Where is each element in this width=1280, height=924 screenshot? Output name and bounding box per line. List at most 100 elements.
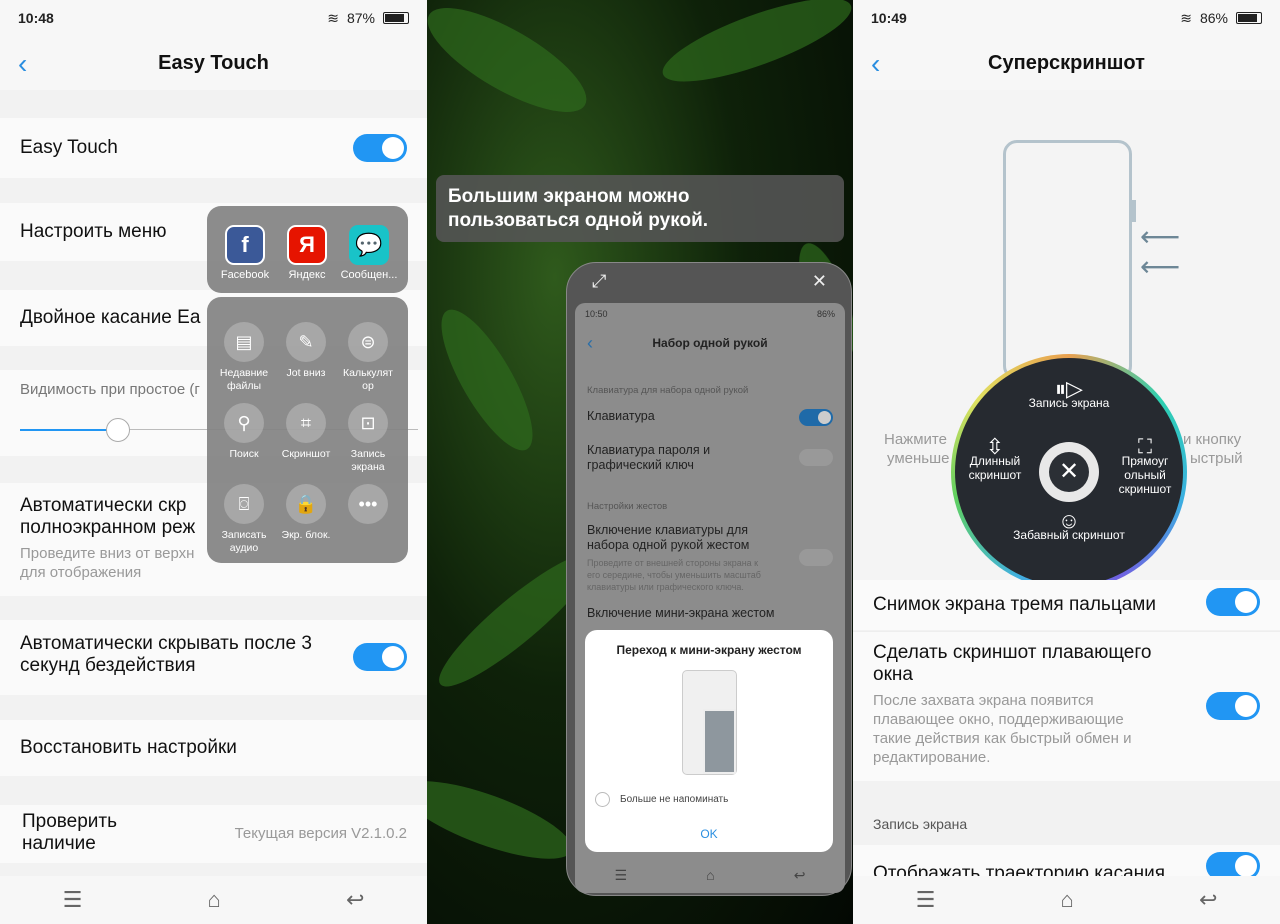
rect-screenshot-icon: ⛶ [1138,436,1152,458]
close-wheel-button[interactable]: ✕ [1039,442,1099,502]
app-label: Сообщен... [340,269,398,281]
crop-icon: ⌗ [286,403,326,443]
hint-text: ыстрый [1190,450,1243,467]
section-header: Клавиатура для набора одной рукой [587,385,749,396]
app-facebook[interactable]: f Facebook [213,225,277,281]
check-updates-row[interactable]: Проверить наличие Текущая версия V2.1.0.… [0,805,427,863]
hint-text: Нажмите [884,431,947,448]
tool-label: Калькулят [343,367,393,379]
floating-screenshot-toggle[interactable] [1206,692,1260,720]
mini-screen-label: Включение мини-экрана жестом [587,606,775,620]
tool-label: Недавние [219,367,269,379]
wheel-record-screen[interactable]: ⏸︎▷ Запись экрана [1009,378,1129,411]
status-time: 10:49 [871,10,907,26]
more-icon: ••• [348,484,388,524]
tool-more[interactable]: ••• [335,484,401,529]
easy-touch-toggle[interactable] [353,134,407,162]
wheel-rect-screenshot[interactable]: ⛶ Прямоуг ольный скриншот [1105,436,1185,496]
auto-hide-3s-toggle[interactable] [353,643,407,671]
app-yandex[interactable]: Я Яндекс [275,225,339,281]
screenshot-wheel: ✕ ⏸︎▷ Запись экрана ⇳ Длинный скриншот ⛶ Пря… [951,354,1187,590]
three-finger-toggle[interactable] [1206,588,1260,616]
status-time: 10:48 [18,10,54,26]
tool-video[interactable]: ⊡ Запись экрана [335,403,401,474]
tool-label: ор [362,380,374,392]
mini-screen: 10:50 86% ‹ Набор одной рукой Клавиатура… [575,303,845,893]
row-label: окна [873,664,913,685]
wheel-label: скриншот [1118,482,1172,496]
row-label: Настроить меню [20,221,167,242]
slider-thumb[interactable] [106,418,130,442]
tool-label: Скриншот [281,448,331,460]
page-title: Easy Touch [158,51,269,74]
back-icon[interactable]: ↩ [346,887,364,913]
row-label: Easy Touch [20,137,118,158]
home-icon[interactable]: ⌂ [1060,887,1073,913]
wheel-label: Прямоуг [1121,454,1169,468]
page-header: ‹ Easy Touch [0,36,427,90]
tool-search[interactable]: ⚲ Поиск [211,403,277,461]
nav-bar: ☰ ⌂ ↩ [853,876,1280,924]
wheel-label: скриншот [968,468,1022,482]
tool-label: Записать [221,529,267,541]
tool-file[interactable]: ▤ Недавние файлы [211,322,277,393]
tooltip: Большим экраном можно пользоваться одной … [436,175,844,242]
hint-text: уменьше [887,450,950,467]
search-icon: ⚲ [224,403,264,443]
easy-touch-tools-panel: ▤ Недавние файлы ✎ Jot вниз ⊜ Калькулят ор ⚲ Поис… [207,297,408,563]
video-icon: ⊡ [348,403,388,443]
battery-percent: 86% [1199,10,1228,26]
wifi-icon: ≋ [327,9,339,26]
back-button[interactable]: ‹ [871,48,880,80]
lock-icon: 🔒 [286,484,326,524]
dialog-title: Переход к мини-экрану жестом [616,643,802,657]
keyboard-toggle[interactable] [799,409,833,426]
row-label: Автоматически скрывать после 3 [20,633,312,654]
close-icon[interactable]: ✕ [812,271,827,292]
wheel-label: Забавный скриншот [1013,528,1125,542]
row-label: Восстановить настройки [20,737,237,758]
gesture-label: Включение клавиатуры для набора одной рук… [587,523,750,552]
restore-settings-row[interactable]: Восстановить настройки [0,720,427,776]
back-button[interactable]: ‹ [18,48,27,80]
tool-tape[interactable]: ⌼ Записать аудио [211,484,277,555]
easy-touch-screen: 10:48 ≋ 87% ‹ Easy Touch Easy Touch Настр… [0,0,427,924]
back-icon[interactable]: ↩ [794,867,806,884]
menu-icon[interactable]: ☰ [615,867,628,884]
arrow-left-icon: ⟵ [1140,221,1181,252]
dont-remind-label: Больше не напоминать [620,794,729,805]
tool-calculator[interactable]: ⊜ Калькулят ор [335,322,401,393]
expand-icon[interactable]: ⤢ [592,271,606,292]
menu-icon[interactable]: ☰ [63,887,83,913]
row-label: секунд бездействия [20,655,196,676]
long-screenshot-icon: ⇳ [985,434,1005,459]
page-header: ‹ Суперскриншот [853,36,1280,90]
hint-text: и кнопку [1183,431,1242,448]
gesture-toggle[interactable] [799,549,833,566]
dont-remind-checkbox[interactable] [595,792,610,807]
tool-crop[interactable]: ⌗ Скриншот [273,403,339,461]
keyboard-label: Клавиатура [587,409,655,423]
app-label: Яндекс [288,269,326,281]
gesture-sub: Проведите от внешней стороны экрана к его… [587,558,761,592]
ok-button[interactable]: OK [585,827,833,841]
menu-icon[interactable]: ☰ [916,887,936,913]
fun-screenshot-icon: ☺ [1057,508,1081,533]
back-icon[interactable]: ↩ [1199,887,1217,913]
wheel-fun-screenshot[interactable]: ☺ Забавный скриншот [991,508,1147,543]
tool-label: экрана [351,461,385,473]
tool-note[interactable]: ✎ Jot вниз [273,322,339,380]
tool-label: Поиск [229,448,259,460]
wheel-label: Запись экрана [1028,396,1110,410]
row-sub: для отображения [20,564,142,581]
tool-lock[interactable]: 🔒 Экр. блок. [273,484,339,542]
password-toggle[interactable] [799,449,833,466]
row-label: Двойное касание Ea [20,307,201,328]
home-icon[interactable]: ⌂ [207,887,220,913]
status-time: 10:50 [585,309,608,319]
home-icon[interactable]: ⌂ [706,867,714,883]
easy-touch-apps-panel: f Facebook Я Яндекс 💬 Сообщен... [207,206,408,293]
app-messages[interactable]: 💬 Сообщен... [337,225,401,281]
wheel-long-screenshot[interactable]: ⇳ Длинный скриншот [955,434,1035,483]
password-label: Клавиатура пароля и графический ключ [587,443,711,472]
